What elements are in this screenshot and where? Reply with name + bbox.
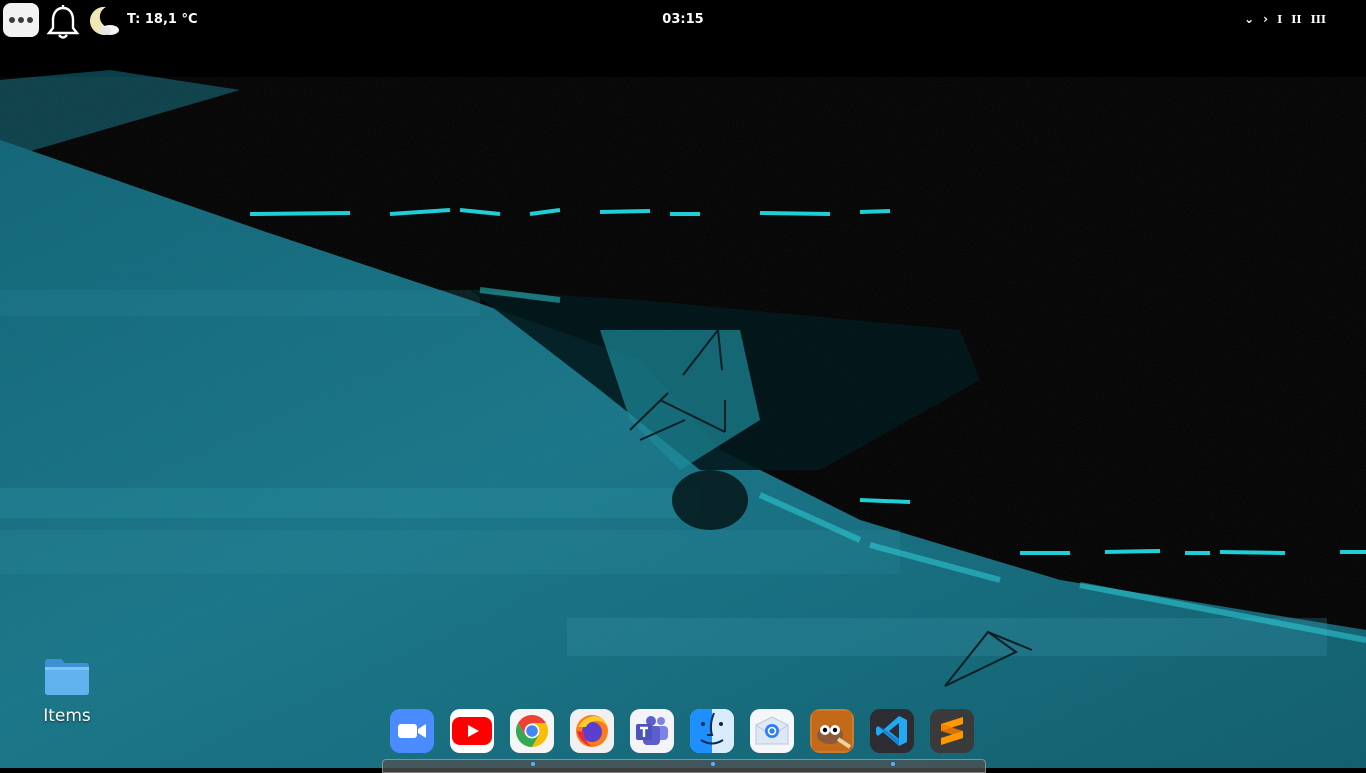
dock-shelf [382,759,986,773]
notification-bell-icon[interactable] [46,4,80,40]
menu-dot-icon [18,17,24,23]
dock-app-youtube[interactable] [450,709,494,753]
system-tray: ⌄ › I II III [1244,12,1326,26]
dock-app-gimp[interactable] [810,709,854,753]
chrome-icon [515,714,549,748]
dock-app-mail[interactable] [750,709,794,753]
menu-dot-icon [9,17,15,23]
chevron-down-icon[interactable]: ⌄ [1244,12,1254,26]
desktop-icon-label: Items [43,706,91,726]
top-panel: T: 18,1 °C 03:15 ⌄ › I II III [0,0,1366,40]
gimp-icon [812,711,852,751]
running-indicator [891,762,895,766]
dock-app-zoom[interactable] [390,709,434,753]
mail-icon [755,716,789,745]
clock[interactable]: 03:15 [662,12,703,27]
finder-icon [690,709,734,753]
desktop-wallpaper [0,0,1366,768]
dock-app-chrome[interactable] [510,709,554,753]
dock-app-firefox[interactable] [570,709,614,753]
workspace-1[interactable]: I [1277,13,1282,26]
running-indicator [711,762,715,766]
workspace-3[interactable]: III [1311,13,1326,26]
dock-app-finder[interactable] [690,709,734,753]
dock-app-teams[interactable] [630,709,674,753]
dock-app-sublime[interactable] [930,709,974,753]
running-indicator [531,762,535,766]
youtube-icon [452,717,492,745]
dock [390,709,974,753]
workspace-2[interactable]: II [1291,13,1301,26]
zoom-icon [398,724,426,738]
menu-dot-icon [27,17,33,23]
weather-moon-icon[interactable] [86,4,120,38]
folder-icon [45,659,89,695]
chevron-right-icon[interactable]: › [1263,12,1268,26]
vscode-icon [876,716,907,746]
teams-icon [636,716,668,745]
app-menu-button[interactable] [3,3,39,37]
firefox-icon [576,715,608,747]
weather-temperature[interactable]: T: 18,1 °C [127,12,198,27]
desktop-icon-items[interactable]: Items [30,656,104,726]
sublime-icon [941,717,963,745]
dock-app-vscode[interactable] [870,709,914,753]
